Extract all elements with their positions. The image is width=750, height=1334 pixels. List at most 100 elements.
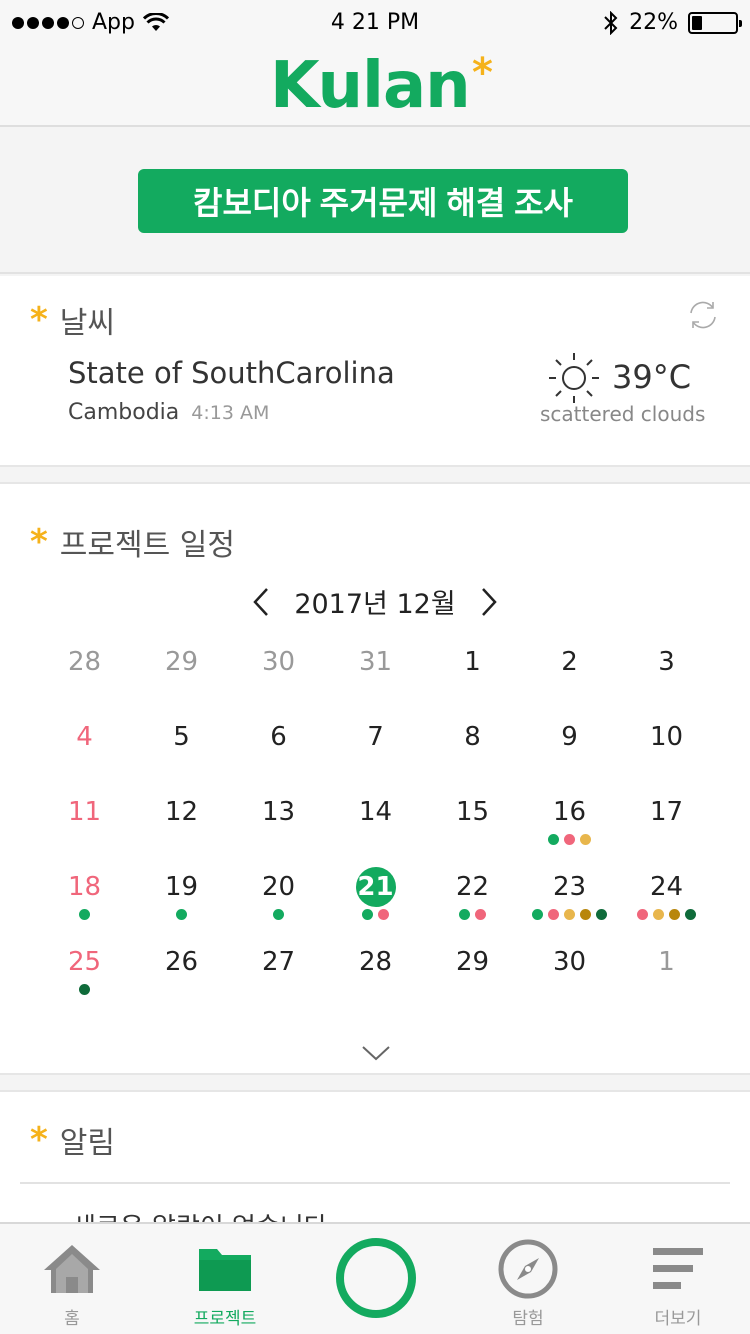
menu-icon [653, 1248, 703, 1289]
calendar-day-number: 30 [261, 647, 296, 677]
event-dot [273, 909, 284, 920]
event-dots [133, 759, 230, 771]
project-banner-button[interactable]: 캄보디아 주거문제 해결 조사 [138, 169, 628, 233]
calendar-day-cell[interactable]: 26 [133, 942, 230, 1017]
event-dot [596, 909, 607, 920]
calendar-day-number: 12 [164, 797, 199, 827]
tab-more-label: 더보기 [654, 1309, 702, 1329]
calendar-day-cell[interactable]: 16 [521, 792, 618, 867]
chevron-right-icon [481, 587, 497, 616]
event-dots [618, 684, 715, 696]
calendar-day-cell[interactable]: 15 [424, 792, 521, 867]
calendar-day-cell[interactable]: 9 [521, 717, 618, 792]
event-dot [653, 909, 664, 920]
calendar-day-cell[interactable]: 17 [618, 792, 715, 867]
current-month: 2017년 12월 [294, 589, 456, 620]
calendar-day-cell[interactable]: 27 [230, 942, 327, 1017]
event-dots [327, 984, 424, 996]
calendar-day-number: 3 [658, 647, 675, 677]
tab-explore-label: 탐험 [512, 1309, 544, 1329]
event-dots [230, 759, 327, 771]
center-action-button[interactable] [336, 1238, 416, 1318]
calendar-day-cell[interactable]: 20 [230, 867, 327, 942]
calendar-day-cell[interactable]: 11 [36, 792, 133, 867]
calendar-day-cell[interactable]: 1 [618, 942, 715, 1017]
refresh-icon[interactable] [686, 298, 720, 332]
calendar-day-cell[interactable]: 31 [327, 642, 424, 717]
event-dots [133, 909, 230, 921]
calendar-day-number: 5 [173, 722, 190, 752]
tab-explore[interactable]: 탐험 [458, 1224, 598, 1334]
calendar-day-cell[interactable]: 3 [618, 642, 715, 717]
calendar-day-cell[interactable]: 19 [133, 867, 230, 942]
event-dots [327, 909, 424, 921]
event-dots [133, 984, 230, 996]
calendar-week-row: 11 12 13 14 15 16 17 [36, 792, 716, 867]
event-dot [548, 909, 559, 920]
calendar-day-cell[interactable]: 8 [424, 717, 521, 792]
battery-icon [688, 11, 742, 34]
notice-title: 알림 [59, 1126, 115, 1161]
next-month-button[interactable] [474, 584, 504, 620]
calendar-week-row: 4 5 6 7 8 9 10 [36, 717, 716, 792]
calendar-day-number: 25 [67, 947, 102, 977]
calendar-day-cell[interactable]: 1 [424, 642, 521, 717]
expand-calendar-chevron-down-icon[interactable] [361, 1044, 391, 1062]
event-dots [521, 984, 618, 996]
calendar-day-cell[interactable]: 28 [327, 942, 424, 1017]
event-dot [685, 909, 696, 920]
event-dot [378, 909, 389, 920]
calendar-day-number: 1 [658, 947, 675, 977]
calendar-day-number: 10 [649, 722, 684, 752]
weather-description: scattered clouds [540, 402, 706, 426]
calendar-day-cell[interactable]: 30 [230, 642, 327, 717]
schedule-title: 프로젝트 일정 [59, 528, 235, 563]
calendar-day-number: 14 [358, 797, 393, 827]
tab-more[interactable]: 더보기 [608, 1224, 748, 1334]
calendar-day-cell[interactable]: 25 [36, 942, 133, 1017]
event-dots [424, 984, 521, 996]
prev-month-button[interactable] [246, 584, 276, 620]
battery-percent: 22% [629, 10, 678, 35]
calendar-day-cell[interactable]: 18 [36, 867, 133, 942]
calendar-day-number: 13 [261, 797, 296, 827]
event-dot [532, 909, 543, 920]
event-dot [79, 984, 90, 995]
calendar-day-cell[interactable]: 28 [36, 642, 133, 717]
calendar-day-cell[interactable]: 24 [618, 867, 715, 942]
tab-project[interactable]: 프로젝트 [155, 1224, 295, 1334]
calendar-day-cell[interactable]: 23 [521, 867, 618, 942]
calendar-day-cell[interactable]: 10 [618, 717, 715, 792]
weather-title: 날씨 [59, 306, 115, 341]
folder-icon [199, 1249, 251, 1291]
calendar-day-cell[interactable]: 7 [327, 717, 424, 792]
tab-project-label: 프로젝트 [193, 1309, 257, 1329]
calendar-week-row: 28 29 30 31 1 2 3 [36, 642, 716, 717]
calendar-day-cell[interactable]: 29 [424, 942, 521, 1017]
calendar-day-cell[interactable]: 30 [521, 942, 618, 1017]
event-dots [424, 684, 521, 696]
calendar-day-number: 7 [367, 722, 384, 752]
event-dots [230, 984, 327, 996]
calendar-day-cell[interactable]: 12 [133, 792, 230, 867]
calendar-day-cell[interactable]: 5 [133, 717, 230, 792]
project-schedule-card: * 프로젝트 일정 2017년 12월 28 29 30 31 1 2 3 4 5 6 7 8 9 10 1… [0, 482, 750, 1075]
home-icon [44, 1245, 100, 1293]
tab-home[interactable]: 홈 [2, 1224, 142, 1334]
calendar-day-cell[interactable]: 6 [230, 717, 327, 792]
event-dots [424, 834, 521, 846]
calendar-day-cell[interactable]: 2 [521, 642, 618, 717]
calendar-day-cell[interactable]: 13 [230, 792, 327, 867]
weather-temperature: 39°C [612, 358, 692, 396]
calendar-day-cell[interactable]: 22 [424, 867, 521, 942]
app-logo: Kulan [270, 49, 471, 123]
event-dot [176, 909, 187, 920]
event-dots [327, 684, 424, 696]
calendar-day-cell[interactable]: 4 [36, 717, 133, 792]
event-dots [521, 909, 618, 921]
calendar-day-cell[interactable]: 14 [327, 792, 424, 867]
calendar-day-cell[interactable]: 21 [327, 867, 424, 942]
calendar-day-cell[interactable]: 29 [133, 642, 230, 717]
calendar-day-number: 29 [455, 947, 490, 977]
event-dots [36, 834, 133, 846]
